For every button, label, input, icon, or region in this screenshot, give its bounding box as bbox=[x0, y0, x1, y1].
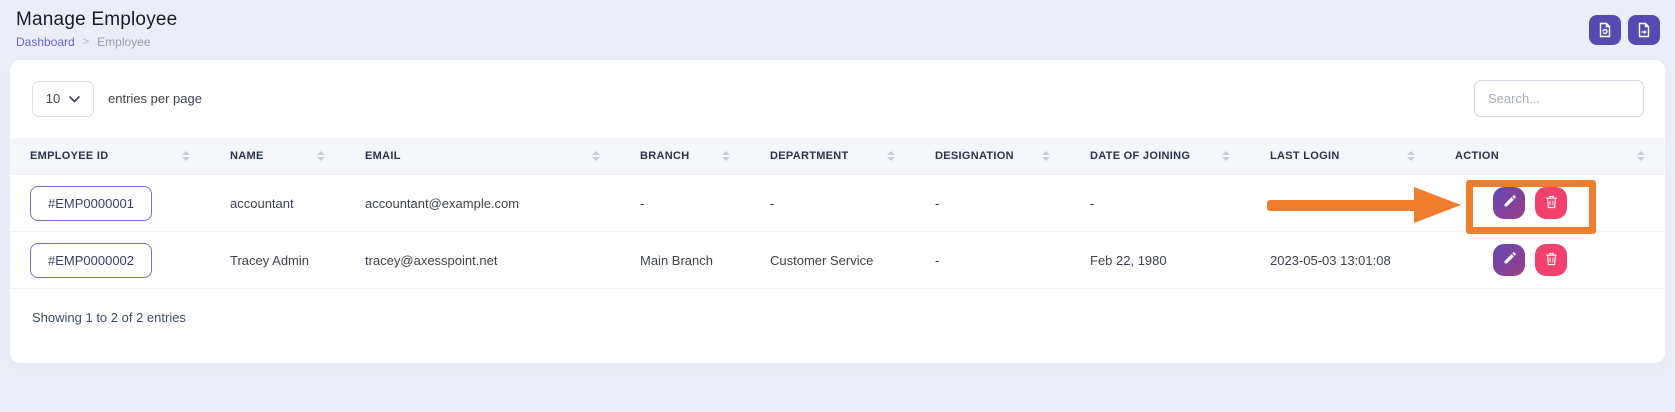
export-file-button[interactable] bbox=[1628, 15, 1660, 45]
sort-icon[interactable] bbox=[887, 151, 895, 161]
page-size-wrap: 10 entries per page bbox=[32, 81, 202, 117]
cell-last-login: 2023-05-03 13:01:08 bbox=[1250, 232, 1435, 289]
cell-date-of-joining: - bbox=[1070, 175, 1250, 232]
col-header-employee-id[interactable]: EMPLOYEE ID bbox=[10, 138, 210, 175]
cell-designation: - bbox=[915, 175, 1070, 232]
col-header-designation[interactable]: DESIGNATION bbox=[915, 138, 1070, 175]
table-footer-info: Showing 1 to 2 of 2 entries bbox=[10, 289, 1665, 325]
cell-designation: - bbox=[915, 232, 1070, 289]
cell-email: tracey@axesspoint.net bbox=[345, 232, 620, 289]
file-import-icon bbox=[1597, 22, 1613, 38]
employee-id-badge[interactable]: #EMP0000002 bbox=[30, 243, 152, 278]
edit-button[interactable] bbox=[1493, 187, 1525, 219]
card-toolbar: 10 entries per page bbox=[10, 80, 1665, 117]
table-header-row: EMPLOYEE ID NAME EMAIL BRANCH DEPARTMENT… bbox=[10, 138, 1665, 175]
cell-branch: Main Branch bbox=[620, 232, 750, 289]
pencil-icon bbox=[1502, 252, 1516, 269]
row-actions bbox=[1455, 187, 1645, 219]
sort-icon[interactable] bbox=[592, 151, 600, 161]
trash-icon bbox=[1545, 195, 1558, 212]
pencil-icon bbox=[1502, 195, 1516, 212]
cell-branch: - bbox=[620, 175, 750, 232]
table-row: #EMP0000001 accountant accountant@exampl… bbox=[10, 175, 1665, 232]
page-header: Manage Employee Dashboard > Employee bbox=[0, 0, 1675, 53]
breadcrumb-dashboard-link[interactable]: Dashboard bbox=[16, 35, 75, 49]
cell-email: accountant@example.com bbox=[345, 175, 620, 232]
breadcrumb: Dashboard > Employee bbox=[16, 35, 177, 49]
cell-last-login: - bbox=[1250, 175, 1435, 232]
sort-icon[interactable] bbox=[1222, 151, 1230, 161]
cell-department: - bbox=[750, 175, 915, 232]
page-size-value: 10 bbox=[46, 91, 60, 106]
sort-icon[interactable] bbox=[182, 151, 190, 161]
page-header-left: Manage Employee Dashboard > Employee bbox=[16, 9, 177, 49]
breadcrumb-separator: > bbox=[83, 36, 89, 48]
delete-button[interactable] bbox=[1535, 244, 1567, 276]
table-row: #EMP0000002 Tracey Admin tracey@axesspoi… bbox=[10, 232, 1665, 289]
import-file-button[interactable] bbox=[1589, 15, 1621, 45]
employee-id-badge[interactable]: #EMP0000001 bbox=[30, 186, 152, 221]
breadcrumb-current: Employee bbox=[97, 35, 150, 49]
delete-button[interactable] bbox=[1535, 187, 1567, 219]
file-export-icon bbox=[1636, 22, 1652, 38]
employee-table: EMPLOYEE ID NAME EMAIL BRANCH DEPARTMENT… bbox=[10, 138, 1665, 289]
col-header-department[interactable]: DEPARTMENT bbox=[750, 138, 915, 175]
search-input[interactable] bbox=[1474, 80, 1644, 117]
trash-icon bbox=[1545, 252, 1558, 269]
sort-icon[interactable] bbox=[1637, 151, 1645, 161]
sort-icon[interactable] bbox=[1407, 151, 1415, 161]
col-header-email[interactable]: EMAIL bbox=[345, 138, 620, 175]
page-title: Manage Employee bbox=[16, 9, 177, 31]
cell-department: Customer Service bbox=[750, 232, 915, 289]
sort-icon[interactable] bbox=[1042, 151, 1050, 161]
sort-icon[interactable] bbox=[722, 151, 730, 161]
header-actions bbox=[1589, 15, 1660, 45]
cell-name: accountant bbox=[210, 175, 345, 232]
edit-button[interactable] bbox=[1493, 244, 1525, 276]
col-header-name[interactable]: NAME bbox=[210, 138, 345, 175]
col-header-last-login[interactable]: LAST LOGIN bbox=[1250, 138, 1435, 175]
entries-per-page-label: entries per page bbox=[108, 91, 202, 106]
cell-date-of-joining: Feb 22, 1980 bbox=[1070, 232, 1250, 289]
col-header-action[interactable]: ACTION bbox=[1435, 138, 1665, 175]
col-header-branch[interactable]: BRANCH bbox=[620, 138, 750, 175]
chevron-down-icon bbox=[69, 91, 80, 106]
row-actions bbox=[1455, 244, 1645, 276]
col-header-date-of-joining[interactable]: DATE OF JOINING bbox=[1070, 138, 1250, 175]
sort-icon[interactable] bbox=[317, 151, 325, 161]
employee-table-card: 10 entries per page EMPLOYEE ID NAME EMA… bbox=[10, 60, 1665, 363]
page-size-select[interactable]: 10 bbox=[32, 81, 94, 117]
cell-name: Tracey Admin bbox=[210, 232, 345, 289]
